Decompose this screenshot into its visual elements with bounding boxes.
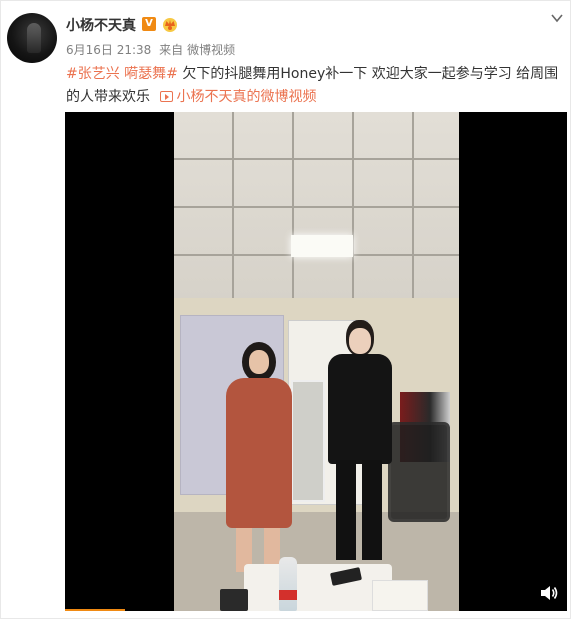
person-right-legs bbox=[336, 460, 382, 560]
post-text: #张艺兴 嗬瑟舞# 欠下的抖腿舞用Honey补一下 欢迎大家一起参与学习 给周围… bbox=[66, 63, 566, 109]
volume-icon[interactable] bbox=[539, 584, 559, 602]
table bbox=[244, 564, 392, 611]
chevron-down-icon[interactable] bbox=[551, 13, 563, 23]
post-source[interactable]: 微博视频 bbox=[187, 43, 235, 57]
chair bbox=[388, 422, 450, 522]
person-right-face bbox=[349, 328, 371, 354]
person-right bbox=[324, 320, 394, 560]
weibo-post-card: 小杨不天真 V 6月16日 21:38 来自 微博视频 #张艺兴 嗬瑟舞# 欠下的… bbox=[0, 0, 571, 619]
post-date[interactable]: 6月16日 21:38 bbox=[66, 43, 151, 57]
ceiling bbox=[174, 112, 459, 302]
person-left bbox=[224, 342, 294, 572]
video-link[interactable]: 小杨不天真的微博视频 bbox=[176, 89, 316, 105]
username[interactable]: 小杨不天真 bbox=[66, 15, 136, 35]
topic-link[interactable]: #张艺兴 嗬瑟舞# bbox=[66, 66, 178, 82]
video-frame bbox=[174, 112, 459, 611]
video-play-icon bbox=[160, 91, 174, 102]
post-meta: 6月16日 21:38 来自 微博视频 bbox=[66, 41, 239, 58]
cup bbox=[220, 589, 248, 611]
avatar-figure bbox=[27, 23, 41, 53]
water-bottle bbox=[279, 557, 297, 611]
verified-v-icon: V bbox=[142, 17, 156, 31]
person-left-face bbox=[249, 350, 269, 374]
video-player[interactable] bbox=[65, 112, 567, 611]
ceiling-light bbox=[291, 235, 353, 257]
box-on-table bbox=[372, 580, 428, 611]
mirror bbox=[291, 380, 325, 502]
avatar[interactable] bbox=[7, 13, 57, 63]
bottle-label bbox=[279, 590, 297, 600]
source-prefix: 来自 bbox=[159, 43, 184, 57]
video-progress-bar[interactable] bbox=[65, 609, 126, 611]
person-left-dress bbox=[226, 378, 292, 528]
person-right-suit bbox=[328, 354, 392, 464]
crown-icon[interactable] bbox=[161, 16, 179, 32]
